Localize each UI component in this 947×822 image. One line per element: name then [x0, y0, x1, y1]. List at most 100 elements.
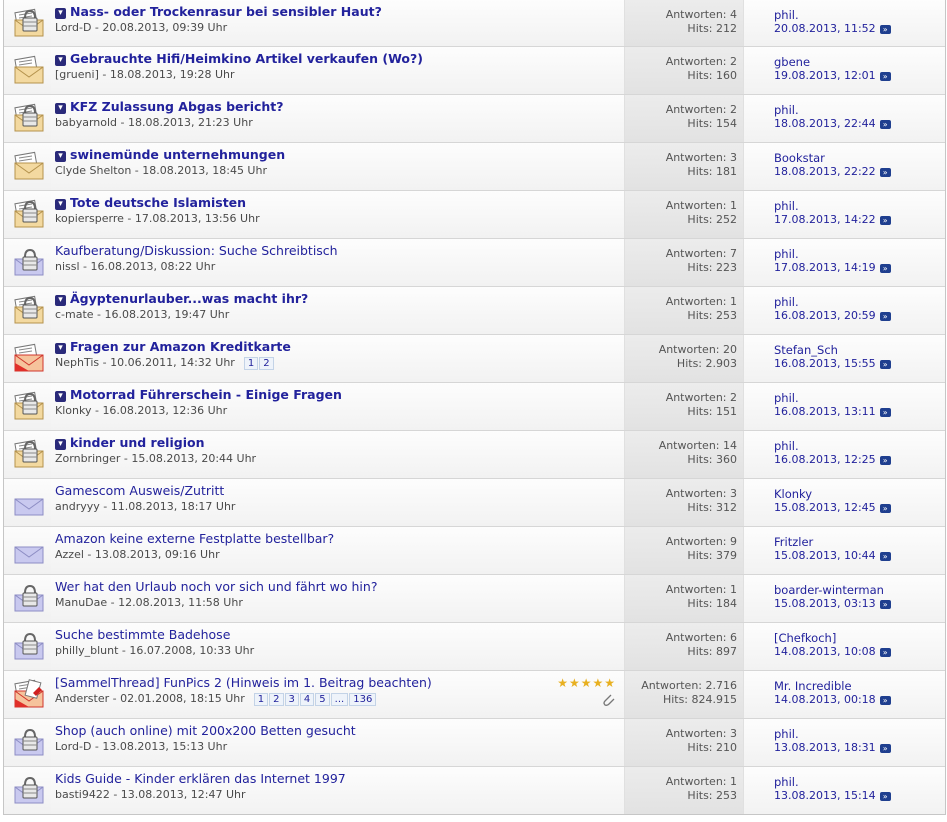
- go-to-first-unread-icon[interactable]: ▾: [55, 439, 66, 450]
- thread-title-link[interactable]: Fragen zur Amazon Kreditkarte: [70, 339, 291, 354]
- thread-title-link[interactable]: KFZ Zulassung Abgas bericht?: [70, 99, 284, 114]
- page-link[interactable]: 1: [253, 693, 269, 706]
- page-link[interactable]: 1: [243, 357, 259, 370]
- thread-title-link[interactable]: Wer hat den Urlaub noch vor sich und fäh…: [55, 579, 377, 594]
- last-post-user[interactable]: Fritzler: [774, 535, 813, 549]
- thread-title-cell: Kaufberatung/Diskussion: Suche Schreibti…: [51, 239, 624, 286]
- go-to-first-unread-icon[interactable]: ▾: [55, 151, 66, 162]
- last-post-user[interactable]: Stefan_Sch: [774, 343, 838, 357]
- page-link[interactable]: 2: [269, 693, 284, 706]
- thread-author[interactable]: c-mate: [55, 308, 94, 321]
- thread-row: Kids Guide - Kinder erklären das Interne…: [4, 766, 945, 814]
- meta-separator: -: [91, 740, 103, 753]
- page-link[interactable]: 4: [299, 693, 315, 706]
- last-post-user[interactable]: phil.: [774, 247, 799, 261]
- go-to-last-post-icon[interactable]: »: [879, 264, 891, 273]
- go-to-last-post-icon[interactable]: »: [879, 312, 891, 321]
- last-post-user[interactable]: phil.: [774, 199, 799, 213]
- go-to-last-post-icon[interactable]: »: [879, 168, 891, 177]
- go-to-last-post-icon[interactable]: »: [879, 72, 891, 81]
- thread-title-link[interactable]: Gebrauchte Hifi/Heimkino Artikel verkauf…: [70, 51, 423, 66]
- go-to-last-post-icon[interactable]: »: [879, 216, 891, 225]
- thread-author[interactable]: Azzel: [55, 548, 84, 561]
- go-to-last-post-icon[interactable]: »: [879, 120, 891, 129]
- hit-count: Hits: 360: [687, 453, 737, 466]
- go-to-last-post-icon[interactable]: »: [879, 408, 891, 417]
- page-link[interactable]: 2: [259, 357, 274, 370]
- thread-row: ▾ swinemünde unternehmungen Clyde Shelton …: [4, 142, 945, 190]
- last-post-user[interactable]: phil.: [774, 439, 799, 453]
- page-link[interactable]: 5: [315, 693, 330, 706]
- last-post-user[interactable]: Bookstar: [774, 151, 825, 165]
- hit-count: Hits: 223: [687, 261, 737, 274]
- page-link[interactable]: 3: [284, 693, 299, 706]
- last-post-user[interactable]: phil.: [774, 727, 799, 741]
- thread-title-link[interactable]: Ägyptenurlauber...was macht ihr?: [70, 291, 308, 306]
- go-to-last-post-icon[interactable]: »: [879, 552, 891, 561]
- last-post-user[interactable]: phil.: [774, 103, 799, 117]
- thread-title-link[interactable]: kinder und religion: [70, 435, 204, 450]
- thread-title-link[interactable]: Kaufberatung/Diskussion: Suche Schreibti…: [55, 243, 338, 258]
- thread-title-link[interactable]: swinemünde unternehmungen: [70, 147, 285, 162]
- thread-author[interactable]: [grueni]: [55, 68, 99, 81]
- go-to-first-unread-icon[interactable]: ▾: [55, 103, 66, 114]
- go-to-last-post-icon[interactable]: »: [879, 648, 891, 657]
- go-to-last-post-icon[interactable]: »: [879, 456, 891, 465]
- thread-author[interactable]: philly_blunt: [55, 644, 118, 657]
- go-to-first-unread-icon[interactable]: ▾: [55, 8, 66, 19]
- thread-author[interactable]: andryyy: [55, 500, 100, 513]
- thread-author[interactable]: NephTis: [55, 356, 99, 369]
- thread-author[interactable]: Lord-D: [55, 21, 91, 34]
- thread-title-cell: Wer hat den Urlaub noch vor sich und fäh…: [51, 575, 624, 622]
- thread-author[interactable]: Lord-D: [55, 740, 91, 753]
- thread-title-link[interactable]: Nass- oder Trockenrasur bei sensibler Ha…: [70, 4, 382, 19]
- go-to-first-unread-icon[interactable]: ▾: [55, 55, 66, 66]
- go-to-first-unread-icon[interactable]: ▾: [55, 343, 66, 354]
- thread-author[interactable]: basti9422: [55, 788, 110, 801]
- thread-title-link[interactable]: Tote deutsche Islamisten: [70, 195, 246, 210]
- last-post-user[interactable]: phil.: [774, 8, 799, 22]
- last-post-user[interactable]: Klonky: [774, 487, 812, 501]
- thread-title-link[interactable]: Suche bestimmte Badehose: [55, 627, 230, 642]
- go-to-first-unread-icon[interactable]: ▾: [55, 199, 66, 210]
- go-to-last-post-icon[interactable]: »: [879, 600, 891, 609]
- go-to-last-post-icon[interactable]: »: [879, 792, 891, 801]
- thread-title-link[interactable]: Kids Guide - Kinder erklären das Interne…: [55, 771, 346, 786]
- page-link[interactable]: ...: [330, 693, 349, 706]
- go-to-last-post-icon[interactable]: »: [879, 25, 891, 34]
- last-post-user[interactable]: phil.: [774, 295, 799, 309]
- thread-title-cell: ▾ kinder und religion Zornbringer - 15.08.…: [51, 431, 624, 478]
- go-to-first-unread-icon[interactable]: ▾: [55, 391, 66, 402]
- last-post-user[interactable]: Mr. Incredible: [774, 679, 852, 693]
- last-post-cell: phil. 20.08.2013, 11:52»: [744, 0, 945, 46]
- thread-author[interactable]: kopiersperre: [55, 212, 124, 225]
- go-to-last-post-icon[interactable]: »: [879, 504, 891, 513]
- attachment-icon[interactable]: [602, 693, 616, 707]
- thread-author[interactable]: Anderster: [55, 692, 109, 705]
- page-link[interactable]: 136: [349, 693, 377, 706]
- meta-separator: -: [120, 452, 132, 465]
- thread-author[interactable]: ManuDae: [55, 596, 107, 609]
- last-post-user[interactable]: phil.: [774, 391, 799, 405]
- thread-title-link[interactable]: Shop (auch online) mit 200x200 Betten ge…: [55, 723, 356, 738]
- go-to-last-post-icon[interactable]: »: [879, 696, 891, 705]
- thread-title-link[interactable]: Gamescom Ausweis/Zutritt: [55, 483, 224, 498]
- go-to-last-post-icon[interactable]: »: [879, 744, 891, 753]
- thread-title-link[interactable]: [SammelThread] FunPics 2 (Hinweis im 1. …: [55, 675, 432, 690]
- thread-author[interactable]: babyarnold: [55, 116, 117, 129]
- go-to-last-post-icon[interactable]: »: [879, 360, 891, 369]
- thread-title-link[interactable]: Motorrad Führerschein - Einige Fragen: [70, 387, 342, 402]
- thread-author[interactable]: Clyde Shelton: [55, 164, 131, 177]
- thread-status-cell: [4, 335, 51, 382]
- thread-meta: kopiersperre - 17.08.2013, 13:56 Uhr: [55, 212, 260, 225]
- thread-title-link[interactable]: Amazon keine externe Festplatte bestellb…: [55, 531, 334, 546]
- last-post-user[interactable]: gbene: [774, 55, 810, 69]
- thread-author[interactable]: nissl: [55, 260, 80, 273]
- last-post-user[interactable]: boarder-winterman: [774, 583, 884, 597]
- last-post-user[interactable]: phil.: [774, 775, 799, 789]
- thread-author[interactable]: Zornbringer: [55, 452, 120, 465]
- thread-author[interactable]: Klonky: [55, 404, 91, 417]
- last-post-user[interactable]: [Chefkoch]: [774, 631, 836, 645]
- last-post-info: 14.08.2013, 10:08»: [774, 645, 891, 658]
- go-to-first-unread-icon[interactable]: ▾: [55, 295, 66, 306]
